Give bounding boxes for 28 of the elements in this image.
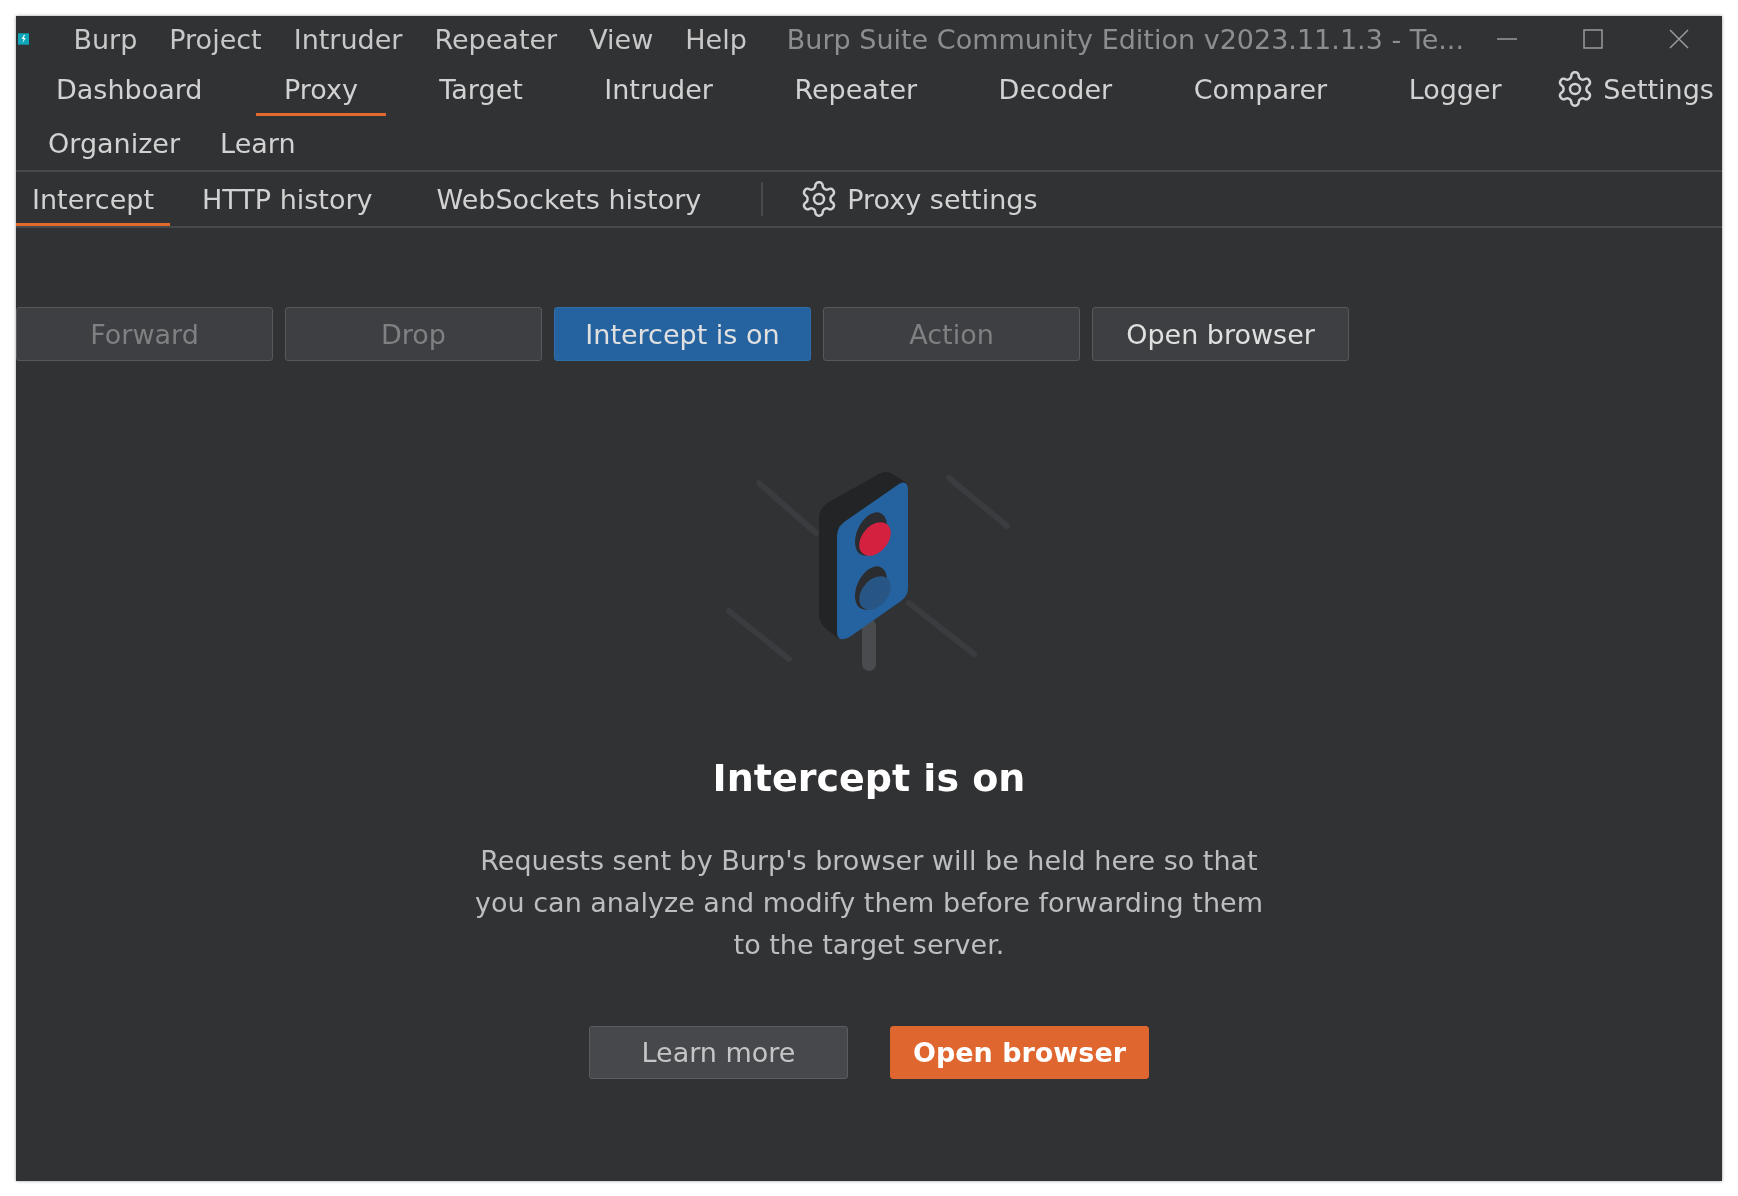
menu-item[interactable]: View [573, 23, 670, 55]
tab[interactable]: Comparer [1165, 62, 1356, 116]
toggle-button[interactable]: Intercept is on [554, 307, 811, 361]
tab[interactable]: WebSockets history [404, 172, 734, 226]
menu-item[interactable]: Repeater [418, 23, 574, 55]
tab[interactable]: Intruder [576, 62, 741, 116]
settings-button[interactable]: Settings [1555, 62, 1722, 116]
tab[interactable]: Learn [200, 116, 316, 170]
window-title: Burp Suite Community Edition v2023.11.1.3 - Te... [786, 23, 1464, 55]
empty-state-heading: Intercept is on [712, 756, 1026, 800]
secondary-button[interactable]: Learn more [589, 1026, 848, 1079]
tab[interactable]: Dashboard [28, 62, 231, 116]
close-icon[interactable] [1667, 27, 1691, 51]
tab[interactable]: HTTP history [169, 172, 405, 226]
menu-item[interactable]: Intruder [277, 23, 419, 55]
tab[interactable]: Decoder [970, 62, 1141, 116]
empty-state-description: Requests sent by Burp's browser will be held here so that you can analyze and modify them before forwarding them to the target server. [474, 844, 1264, 962]
tab[interactable]: Logger [1380, 62, 1530, 116]
proxy-settings-button[interactable]: Proxy settings [799, 172, 1046, 226]
tab[interactable]: Target [411, 62, 551, 116]
tab[interactable]: Proxy [255, 62, 386, 116]
action-button[interactable]: Open browser [1092, 307, 1349, 361]
menu-item[interactable]: Burp [57, 23, 154, 55]
tab[interactable]: Organizer [28, 116, 201, 170]
tab[interactable]: Repeater [766, 62, 946, 116]
maximize-icon[interactable] [1581, 27, 1605, 51]
menu-item[interactable]: Project [153, 23, 278, 55]
menu-item[interactable]: Help [669, 23, 763, 55]
